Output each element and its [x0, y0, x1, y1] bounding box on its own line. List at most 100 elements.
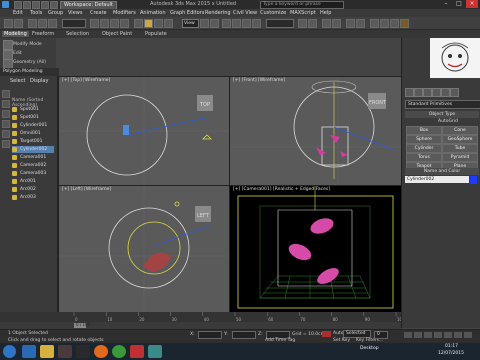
object-visibility-icon[interactable]	[12, 123, 17, 128]
render-setup-icon[interactable]	[380, 19, 389, 28]
menu-create[interactable]: Create	[90, 10, 107, 16]
menu-rendering[interactable]: Rendering	[205, 10, 231, 16]
object-visibility-icon[interactable]	[12, 139, 17, 144]
scene-tab-select[interactable]: Select	[10, 78, 25, 84]
geosphere-button[interactable]: GeoSphere	[442, 135, 478, 144]
maximize-viewport-icon[interactable]	[464, 332, 472, 338]
time-slider[interactable]: 0 / 100	[0, 322, 401, 329]
filter-icon[interactable]	[2, 90, 10, 98]
select-by-name-icon[interactable]	[100, 19, 109, 28]
current-frame-field[interactable]: 0	[374, 331, 388, 339]
y-coordinate-field[interactable]	[232, 331, 256, 339]
select-and-place-icon[interactable]	[164, 19, 173, 28]
viewcube-left-label[interactable]: LEFT	[197, 213, 210, 219]
orbit-icon[interactable]	[454, 332, 462, 338]
scene-list-item[interactable]: Target001	[12, 138, 54, 145]
manipulate-icon[interactable]	[210, 19, 219, 28]
display-shapes-icon[interactable]	[2, 110, 10, 118]
x-coordinate-field[interactable]	[198, 331, 222, 339]
display-geometry-icon[interactable]	[2, 100, 10, 108]
menu-views[interactable]: Views	[68, 10, 82, 16]
layer-explorer-icon[interactable]	[322, 19, 331, 28]
auto-key-toggle[interactable]	[322, 331, 331, 337]
scene-list-item[interactable]: Cylinder001	[12, 122, 54, 129]
app-icon-generic[interactable]	[76, 345, 90, 358]
minimize-icon[interactable]: –	[440, 0, 452, 8]
windows-start-icon[interactable]	[3, 345, 16, 358]
viewport-top[interactable]: [+] [Top] [Wireframe] TOP	[58, 76, 230, 186]
redo-icon[interactable]	[14, 19, 23, 28]
zoom-icon[interactable]	[404, 332, 412, 338]
tab-modeling[interactable]: Modeling	[2, 31, 29, 37]
firefox-icon[interactable]	[94, 345, 108, 358]
menu-civil-view[interactable]: Civil View	[233, 10, 257, 16]
menu-graph-editors[interactable]: Graph Editors	[170, 10, 204, 16]
name-color-rollout[interactable]: Name and Color	[405, 168, 479, 175]
select-and-scale-icon[interactable]	[154, 19, 163, 28]
tab-selection[interactable]: Selection	[66, 31, 89, 37]
torus-button[interactable]: Torus	[406, 153, 442, 162]
create-tab-icon[interactable]	[405, 88, 414, 97]
hierarchy-tab-icon[interactable]	[423, 88, 432, 97]
rendered-frame-window-icon[interactable]	[390, 19, 399, 28]
search-input[interactable]: Type a keyword or phrase	[260, 1, 344, 9]
file-explorer-icon[interactable]	[40, 345, 54, 358]
tube-button[interactable]: Tube	[442, 144, 478, 153]
polygon-modeling-panel[interactable]: Polygon Modeling	[0, 68, 59, 76]
new-scene-icon[interactable]	[14, 1, 22, 9]
object-name-field[interactable]: Cylinder002	[405, 176, 469, 183]
cylinder-button[interactable]: Cylinder	[406, 144, 442, 153]
selection-filter-dropdown[interactable]	[62, 19, 86, 28]
close-icon[interactable]: ×	[466, 0, 478, 8]
menu-maxscript[interactable]: MAXScript	[290, 10, 316, 16]
3ds-max-taskbar-icon[interactable]	[148, 345, 162, 358]
autogrid-checkbox[interactable]: AutoGrid	[438, 119, 458, 124]
viewport-top-label[interactable]: [+] [Top] [Wireframe]	[62, 78, 110, 83]
sphere-button[interactable]: Sphere	[406, 135, 442, 144]
graphite-toggle-icon[interactable]	[332, 19, 341, 28]
viewport-front-label[interactable]: [+] [Front] [Wireframe]	[233, 78, 285, 83]
viewport-left-label[interactable]: [+] [Left] [Wireframe]	[62, 187, 111, 192]
select-object-icon[interactable]	[90, 19, 99, 28]
viewport-camera[interactable]: [+] [Camera001] [Realistic + Edged Faces…	[229, 185, 402, 313]
undo-icon[interactable]	[41, 1, 49, 9]
render-production-icon[interactable]	[400, 19, 409, 28]
scene-list-item[interactable]: Spot001	[12, 106, 54, 113]
object-visibility-icon[interactable]	[12, 147, 17, 152]
object-color-swatch[interactable]	[470, 176, 477, 184]
tab-populate[interactable]: Populate	[145, 31, 167, 37]
internet-explorer-icon[interactable]	[22, 345, 36, 358]
viewport-left[interactable]: [+] [Left] [Wireframe] LEFT	[58, 185, 230, 313]
rectangular-selection-icon[interactable]	[110, 19, 119, 28]
utilities-tab-icon[interactable]	[450, 88, 459, 97]
pan-view-icon[interactable]	[444, 332, 452, 338]
redo-icon[interactable]	[50, 1, 58, 9]
viewport-camera-label[interactable]: [+] [Camera001] [Realistic + Edged Faces…	[233, 187, 330, 192]
pivot-center-icon[interactable]	[200, 19, 209, 28]
curve-editor-icon[interactable]	[346, 19, 355, 28]
scene-list-item[interactable]: Cylinder002	[12, 146, 54, 153]
open-file-icon[interactable]	[23, 1, 31, 9]
object-visibility-icon[interactable]	[12, 131, 17, 136]
viewcube-top-label[interactable]: TOP	[199, 102, 210, 108]
named-selection-dropdown[interactable]	[266, 19, 294, 28]
mirror-icon[interactable]	[298, 19, 307, 28]
object-visibility-icon[interactable]	[12, 171, 17, 176]
scene-list-item[interactable]: Camera002	[12, 162, 54, 169]
display-tab-icon[interactable]	[441, 88, 450, 97]
scene-tab-display[interactable]: Display	[30, 78, 48, 84]
object-visibility-icon[interactable]	[12, 155, 17, 160]
link-icon[interactable]	[28, 19, 37, 28]
bind-space-warp-icon[interactable]	[48, 19, 57, 28]
object-visibility-icon[interactable]	[12, 107, 17, 112]
scene-list-item[interactable]: Camera003	[12, 170, 54, 177]
track-bar[interactable]: 0102030405060708090100	[0, 312, 405, 322]
app-logo-icon[interactable]	[2, 1, 9, 8]
object-visibility-icon[interactable]	[12, 195, 17, 200]
menu-animation[interactable]: Animation	[140, 10, 166, 16]
object-visibility-icon[interactable]	[12, 179, 17, 184]
undo-icon[interactable]	[4, 19, 13, 28]
key-mode-dropdown[interactable]: Selected	[343, 330, 371, 338]
menu-help[interactable]: Help	[320, 10, 331, 16]
schematic-view-icon[interactable]	[356, 19, 365, 28]
